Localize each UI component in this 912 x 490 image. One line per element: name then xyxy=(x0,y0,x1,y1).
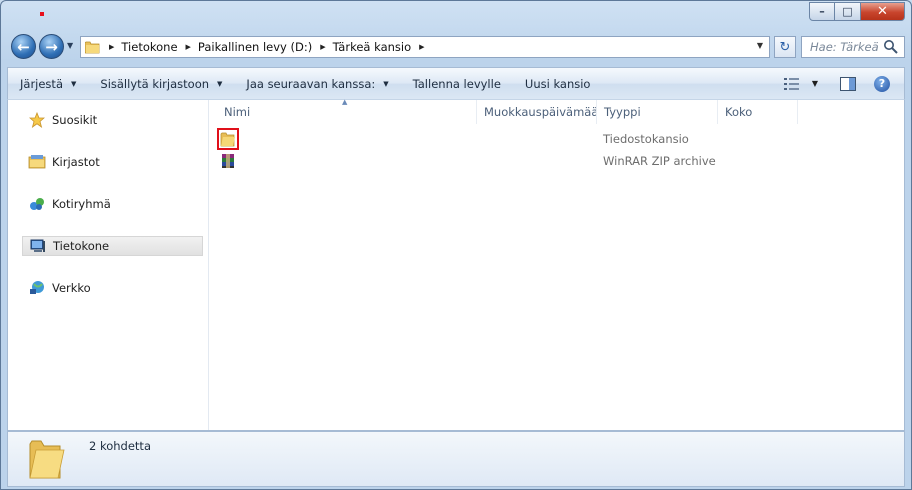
file-row-archive[interactable]: WinRAR ZIP archive xyxy=(217,150,716,172)
preview-pane-button[interactable] xyxy=(834,76,862,91)
folder-icon xyxy=(85,41,100,53)
breadcrumb-item-folder[interactable]: Tärkeä kansio ▶ xyxy=(333,37,432,57)
breadcrumb-separator[interactable]: ▶ xyxy=(101,37,121,57)
back-arrow-icon: ← xyxy=(17,37,30,56)
refresh-icon: ↻ xyxy=(779,39,791,55)
nav-item-label: Kotiryhmä xyxy=(52,197,111,211)
command-bar-right: ▼ ? xyxy=(778,68,904,99)
breadcrumb-item-drive[interactable]: Paikallinen levy (D:) ▶ xyxy=(198,37,333,57)
nav-item-label: Kirjastot xyxy=(52,155,100,169)
address-history-dropdown[interactable]: ▼ xyxy=(757,41,763,50)
share-with-label: Jaa seuraavan kanssa: xyxy=(246,76,376,91)
help-icon[interactable]: ? xyxy=(874,75,890,92)
breadcrumb-label: Tietokone xyxy=(121,40,178,54)
column-headers: Nimi Muokkauspäivämäärä Tyyppi Koko xyxy=(217,100,798,124)
explorer-window: – □ ✕ ← → ▼ ▶ Tietokone ▶ Paikallinen le… xyxy=(0,0,912,490)
include-in-library-button[interactable]: Sisällytä kirjastoon ▼ xyxy=(88,68,234,99)
dropdown-arrow-icon: ▼ xyxy=(811,79,818,88)
minimize-button[interactable]: – xyxy=(809,2,835,21)
forward-button[interactable]: → xyxy=(39,34,64,59)
content-area: Suosikit Kirjastot Kotiryhmä Tietokone V… xyxy=(7,98,905,431)
search-input[interactable]: Hae: Tärkeä kansio xyxy=(810,40,878,54)
refresh-button[interactable]: ↻ xyxy=(774,36,796,58)
column-header-size[interactable]: Koko xyxy=(718,100,798,124)
column-header-modified[interactable]: Muokkauspäivämäärä xyxy=(477,100,597,124)
organize-label: Järjestä xyxy=(20,76,63,91)
share-with-button[interactable]: Jaa seuraavan kanssa: ▼ xyxy=(234,68,400,99)
breadcrumb-label: Paikallinen levy (D:) xyxy=(197,40,313,54)
item-count: 2 kohdetta xyxy=(89,439,151,453)
homegroup-icon xyxy=(28,196,46,212)
organize-menu-button[interactable]: Järjestä ▼ xyxy=(8,68,88,99)
star-icon xyxy=(28,112,46,128)
nav-item-favorites[interactable]: Suosikit xyxy=(22,110,203,130)
file-list: ▲ Nimi Muokkauspäivämäärä Tyyppi Koko xyxy=(209,98,904,430)
new-folder-label: Uusi kansio xyxy=(524,76,591,91)
network-icon xyxy=(28,280,46,296)
folder-icon[interactable] xyxy=(217,128,239,150)
change-view-button[interactable] xyxy=(778,77,806,90)
breadcrumb-chevron-icon[interactable]: ▶ xyxy=(320,43,325,51)
forward-arrow-icon: → xyxy=(45,37,58,56)
nav-item-network[interactable]: Verkko xyxy=(22,278,203,298)
system-menu-icon[interactable] xyxy=(40,12,44,16)
nav-item-homegroup[interactable]: Kotiryhmä xyxy=(22,194,203,214)
burn-button[interactable]: Tallenna levylle xyxy=(401,68,513,99)
navigation-row: ← → ▼ ▶ Tietokone ▶ Paikallinen levy (D:… xyxy=(1,32,911,62)
search-icon[interactable] xyxy=(883,39,899,55)
library-icon xyxy=(28,154,46,170)
dropdown-arrow-icon: ▼ xyxy=(383,79,389,88)
navigation-pane: Suosikit Kirjastot Kotiryhmä Tietokone V… xyxy=(8,100,208,430)
new-folder-button[interactable]: Uusi kansio xyxy=(513,68,603,99)
breadcrumb-label: Tärkeä kansio xyxy=(332,40,412,54)
recent-locations-dropdown[interactable]: ▼ xyxy=(67,41,73,50)
back-button[interactable]: ← xyxy=(11,34,36,59)
column-header-type[interactable]: Tyyppi xyxy=(597,100,718,124)
view-options-dropdown[interactable]: ▼ xyxy=(806,79,824,88)
dropdown-arrow-icon: ▼ xyxy=(71,79,77,88)
details-view-icon xyxy=(783,77,799,90)
column-header-name[interactable]: Nimi xyxy=(217,100,477,124)
title-bar: – □ ✕ xyxy=(1,1,911,31)
command-bar: Järjestä ▼ Sisällytä kirjastoon ▼ Jaa se… xyxy=(7,67,905,99)
breadcrumb-chevron-icon[interactable]: ▶ xyxy=(419,43,424,51)
maximize-button[interactable]: □ xyxy=(835,2,861,21)
folder-icon xyxy=(29,440,65,479)
nav-item-label: Suosikit xyxy=(52,113,98,127)
winrar-archive-icon[interactable] xyxy=(217,150,239,172)
computer-icon xyxy=(29,238,47,254)
column-label: Tyyppi xyxy=(604,105,641,119)
nav-item-computer[interactable]: Tietokone xyxy=(22,236,203,256)
breadcrumb-chevron-icon[interactable]: ▶ xyxy=(186,43,191,51)
file-type: Tiedostokansio xyxy=(603,132,689,146)
nav-item-libraries[interactable]: Kirjastot xyxy=(22,152,203,172)
burn-label: Tallenna levylle xyxy=(412,76,501,91)
caption-buttons: – □ ✕ xyxy=(809,2,905,21)
nav-item-label: Verkko xyxy=(52,281,91,295)
preview-pane-icon xyxy=(840,76,856,91)
include-in-library-label: Sisällytä kirjastoon xyxy=(100,76,210,91)
column-label: Nimi xyxy=(224,105,251,119)
column-label: Koko xyxy=(725,105,753,119)
file-row-folder[interactable]: Tiedostokansio xyxy=(217,128,689,150)
search-box[interactable]: Hae: Tärkeä kansio xyxy=(801,36,905,58)
close-button[interactable]: ✕ xyxy=(861,2,905,21)
details-pane: 2 kohdetta xyxy=(7,431,905,487)
file-type: WinRAR ZIP archive xyxy=(603,154,716,168)
column-label: Muokkauspäivämäärä xyxy=(484,105,596,119)
nav-item-label: Tietokone xyxy=(53,239,110,253)
dropdown-arrow-icon: ▼ xyxy=(217,79,223,88)
breadcrumb-item-computer[interactable]: Tietokone ▶ xyxy=(121,37,198,57)
address-bar[interactable]: ▶ Tietokone ▶ Paikallinen levy (D:) ▶ Tä… xyxy=(80,36,770,58)
